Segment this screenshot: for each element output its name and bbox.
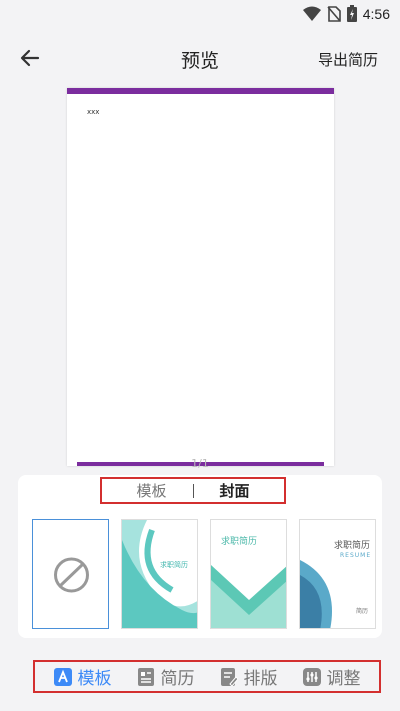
cover-list: 求职简历 求职简历 求职简历 RESUME 简历: [32, 519, 376, 629]
no-cover-icon: [54, 557, 89, 593]
layout-edit-icon: [220, 667, 238, 686]
tab-divider: [192, 483, 194, 498]
cover-subtitle: RESUME: [340, 552, 372, 559]
wifi-icon: [302, 6, 321, 21]
resume-icon: [137, 667, 154, 686]
cover-option-blue-arc[interactable]: 求职简历 RESUME 简历: [299, 519, 376, 629]
status-time: 4:56: [362, 5, 390, 22]
bottom-nav: 模板 简历 排版 调整: [33, 660, 381, 693]
segment-tabs: 模板 封面: [100, 477, 286, 504]
nav-item-template[interactable]: 模板: [53, 664, 112, 689]
status-bar: 4:56: [0, 0, 400, 30]
export-resume-button[interactable]: 导出简历: [318, 49, 378, 70]
battery-charging-icon: [346, 5, 357, 22]
preview-top-accent: [67, 88, 334, 94]
nav-item-resume[interactable]: 简历: [137, 664, 195, 689]
nav-label-layout: 排版: [243, 669, 278, 689]
template-icon: [53, 667, 72, 686]
preview-name-text: xxx: [87, 108, 100, 116]
cover-art-teal-wave: [122, 520, 197, 628]
nav-item-layout[interactable]: 排版: [220, 664, 278, 689]
tab-template[interactable]: 模板: [136, 480, 166, 501]
nav-label-adjust: 调整: [326, 669, 361, 689]
no-sim-icon: [327, 5, 341, 22]
cover-option-none[interactable]: [32, 519, 109, 629]
nav-label-resume: 简历: [160, 669, 195, 689]
adjust-icon: [302, 667, 321, 686]
nav-item-adjust[interactable]: 调整: [302, 664, 361, 689]
cover-title: 求职简历: [221, 537, 258, 547]
cover-footer: 简历: [356, 608, 369, 615]
page-counter: 1/1: [191, 457, 209, 470]
app-bar: 预览 导出简历: [0, 36, 400, 80]
cover-option-green-chevron[interactable]: 求职简历: [210, 519, 287, 629]
status-icons: 4:56: [302, 5, 390, 22]
tab-cover[interactable]: 封面: [220, 480, 250, 501]
cover-title: 求职简历: [334, 541, 371, 551]
cover-title: 求职简历: [160, 561, 188, 569]
cover-option-teal-wave[interactable]: 求职简历: [121, 519, 198, 629]
nav-label-template: 模板: [77, 669, 112, 689]
resume-preview: xxx: [67, 88, 334, 466]
